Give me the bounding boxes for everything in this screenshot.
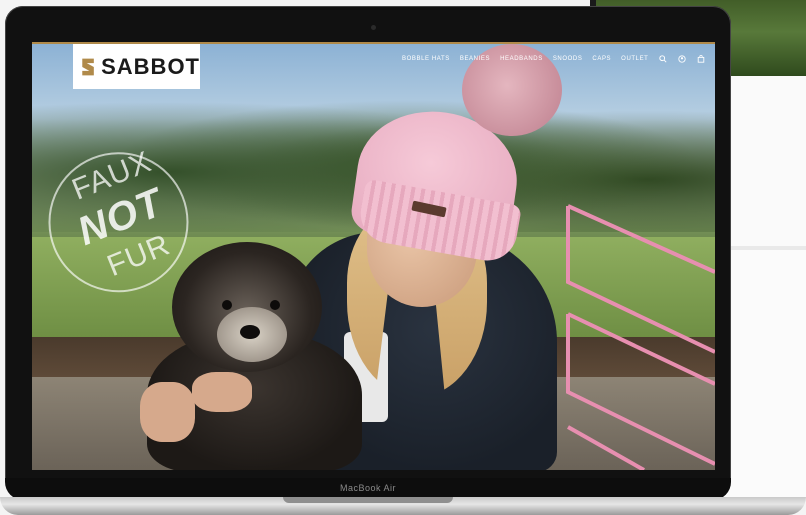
account-icon[interactable] — [677, 54, 686, 63]
pink-chevron-graphic — [566, 204, 715, 470]
main-nav: BOBBLE HATS BEANIES HEADBANDS SNOODS CAP… — [402, 54, 705, 63]
hero-dog-nose — [240, 325, 260, 339]
bag-icon[interactable] — [696, 54, 705, 63]
laptop-notch — [283, 497, 453, 503]
nav-item-bobble-hats[interactable]: BOBBLE HATS — [402, 56, 450, 62]
search-icon[interactable] — [658, 54, 667, 63]
logo-mark-icon — [82, 58, 94, 75]
nav-item-beanies[interactable]: BEANIES — [460, 56, 490, 62]
chevron-line — [567, 204, 715, 274]
laptop-lid: FAUX NOT FUR SABBOT BOBBLE HATS BEANIES … — [5, 6, 731, 496]
nav-item-outlet[interactable]: OUTLET — [621, 56, 648, 62]
camera — [371, 25, 376, 30]
device-label: MacBook Air — [339, 483, 397, 493]
brand-name: SABBOT — [101, 53, 200, 79]
chevron-line — [566, 206, 715, 354]
chevron-line — [567, 312, 715, 386]
hero-dog-eye — [270, 300, 280, 310]
nav-item-caps[interactable]: CAPS — [592, 56, 611, 62]
website-screen: FAUX NOT FUR SABBOT BOBBLE HATS BEANIES … — [32, 42, 715, 470]
brand-logo[interactable]: SABBOT — [73, 44, 200, 89]
nav-item-snoods[interactable]: SNOODS — [553, 56, 583, 62]
chevron-line — [567, 425, 645, 470]
nav-item-headbands[interactable]: HEADBANDS — [500, 56, 543, 62]
hero-dog-eye — [222, 300, 232, 310]
hero-hand — [140, 382, 195, 442]
hero-hand — [192, 372, 252, 412]
